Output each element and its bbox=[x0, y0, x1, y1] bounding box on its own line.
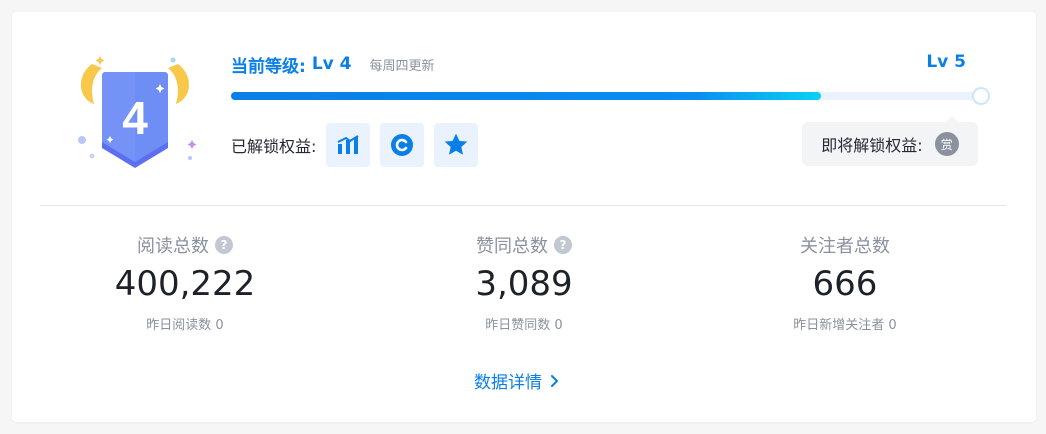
update-note: 每周四更新 bbox=[369, 58, 435, 74]
unlocked-perks: 已解锁权益: bbox=[231, 123, 488, 167]
current-level-value: Lv 4 bbox=[311, 54, 352, 74]
badge-number: 4 bbox=[122, 92, 148, 144]
stat-followers: 关注者总数 666 昨日新增关注者 0 bbox=[715, 232, 975, 333]
reward-icon[interactable]: 赏 bbox=[934, 132, 959, 156]
unlocked-perks-label: 已解锁权益: bbox=[231, 137, 317, 156]
chevron-right-icon bbox=[551, 374, 558, 387]
help-icon[interactable]: ? bbox=[554, 236, 572, 254]
progress-fill bbox=[231, 92, 822, 100]
level-badge-icon: 4 bbox=[78, 56, 197, 168]
data-details-label: 数据详情 bbox=[474, 373, 542, 393]
stat-yesterday: 昨日赞同数 0 bbox=[485, 318, 563, 333]
perk-data-analysis[interactable] bbox=[326, 123, 371, 167]
stat-title-text: 阅读总数 bbox=[137, 236, 209, 257]
stat-value: 3,089 bbox=[475, 264, 573, 304]
stat-title: 阅读总数 ? bbox=[55, 232, 315, 258]
stat-title-text: 赞同总数 bbox=[476, 236, 548, 257]
stat-value: 666 bbox=[812, 264, 878, 304]
chart-icon bbox=[337, 135, 359, 154]
stat-title: 关注者总数 bbox=[715, 232, 975, 258]
next-level-marker bbox=[972, 87, 990, 105]
next-level-value: Lv 5 bbox=[926, 52, 966, 72]
stat-reads: 阅读总数 ? 400,222 昨日阅读数 0 bbox=[55, 232, 315, 333]
data-details-link[interactable]: 数据详情 bbox=[474, 368, 559, 393]
level-progress-bar bbox=[231, 87, 990, 105]
copyright-icon bbox=[391, 134, 414, 156]
star-icon bbox=[445, 133, 468, 155]
perk-copyright[interactable] bbox=[380, 123, 425, 167]
current-level-label: 当前等级: bbox=[231, 56, 306, 77]
upcoming-perks-label: 即将解锁权益: bbox=[821, 136, 923, 155]
perk-featured[interactable] bbox=[434, 123, 479, 167]
stat-yesterday: 昨日新增关注者 0 bbox=[793, 318, 897, 333]
level-card: 4 当前等级: Lv 4 每周四更新 Lv 5 已解锁权益: 即将解锁权益: 赏… bbox=[12, 12, 1036, 422]
stat-upvotes: 赞同总数 ? 3,089 昨日赞同数 0 bbox=[394, 232, 654, 333]
stat-title: 赞同总数 ? bbox=[394, 232, 654, 258]
help-icon[interactable]: ? bbox=[215, 236, 233, 254]
divider bbox=[40, 205, 1006, 206]
upcoming-perks-tooltip: 即将解锁权益: 赏 bbox=[802, 116, 978, 166]
stat-yesterday: 昨日阅读数 0 bbox=[146, 318, 224, 333]
stat-value: 400,222 bbox=[114, 264, 256, 304]
level-row: 当前等级: Lv 4 每周四更新 bbox=[231, 52, 435, 77]
stat-title-text: 关注者总数 bbox=[800, 236, 890, 257]
